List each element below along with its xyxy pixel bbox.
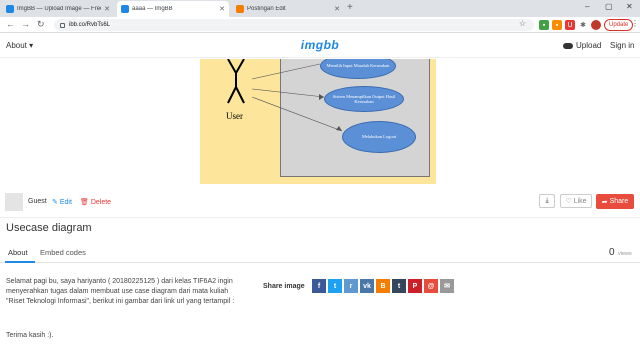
- facebook-icon[interactable]: f: [312, 279, 326, 293]
- browser-menu-icon[interactable]: ⋮: [631, 19, 639, 28]
- use-case-logout: Melakukan Logout: [342, 121, 416, 153]
- maximize-icon[interactable]: ▢: [605, 2, 613, 11]
- site-header: About ▾ imgbb Upload Sign in: [0, 34, 640, 58]
- image-description: Selamat pagi bu, saya hariyanto ( 201802…: [6, 278, 235, 305]
- reload-icon[interactable]: ↻: [37, 19, 45, 30]
- extension-icon[interactable]: ▪: [552, 20, 562, 30]
- edit-button[interactable]: ✎ Edit: [52, 198, 72, 206]
- description-closing: Terima kasih :).: [6, 332, 54, 339]
- share-button[interactable]: ➦ Share: [596, 194, 634, 209]
- browser-tab-aaaa[interactable]: aaaa — ImgBB ✕: [117, 1, 229, 17]
- cloud-upload-icon: [563, 42, 573, 49]
- actor-and-associations: [227, 59, 343, 132]
- browser-tab-imgbb-upload[interactable]: ImgBB — Upload Image — Free Image... ✕: [2, 1, 114, 17]
- url-text: ibb.co/RvbTs6L: [69, 22, 111, 28]
- new-tab-button[interactable]: +: [347, 2, 353, 13]
- author-name[interactable]: Guest: [28, 198, 47, 205]
- active-tab-indicator: [5, 261, 35, 263]
- tab-embed-codes[interactable]: Embed codes: [40, 248, 86, 257]
- email-icon[interactable]: ✉: [440, 279, 454, 293]
- signin-link[interactable]: Sign in: [610, 41, 634, 50]
- extension-icon[interactable]: U: [565, 20, 575, 30]
- imgbb-favicon-icon: [121, 5, 129, 13]
- tab-about[interactable]: About: [8, 248, 28, 257]
- share-image-label: Share image: [263, 283, 305, 290]
- update-button[interactable]: Update: [604, 19, 634, 31]
- image-viewer: User Memilih Input Masalah Kerusakan Sis…: [0, 59, 640, 186]
- share-icon: ➦: [601, 198, 608, 206]
- upload-button[interactable]: Upload: [563, 41, 601, 50]
- page-title: Usecase diagram: [6, 222, 92, 234]
- close-window-icon[interactable]: ✕: [626, 2, 633, 11]
- browser-toolbar: ← → ↻ ibb.co/RvbTs6L ☆ ▪ ▪ U ✱ Update ⋮: [0, 17, 640, 33]
- download-button[interactable]: ⤓: [539, 194, 555, 208]
- trash-icon: 🗑: [80, 199, 89, 206]
- profile-avatar[interactable]: [591, 20, 601, 30]
- use-case-sistem-menampilkan: Sistem Menampilkan Output Hasil Kerusaka…: [324, 86, 404, 112]
- actor-label: User: [226, 111, 243, 121]
- pinterest-icon[interactable]: P: [408, 279, 422, 293]
- download-icon: ⤓: [545, 197, 549, 204]
- tumblr-icon[interactable]: t: [392, 279, 406, 293]
- pencil-icon: ✎: [52, 199, 58, 206]
- linkedin-icon[interactable]: @: [424, 279, 438, 293]
- extensions-puzzle-icon[interactable]: ✱: [578, 20, 588, 30]
- browser-tab-postingan-edit[interactable]: Postingan Edit ✕: [232, 1, 344, 17]
- delete-button[interactable]: 🗑 Delete: [80, 198, 111, 206]
- content-tabs: About Embed codes 0 views: [0, 244, 640, 263]
- imgbb-logo[interactable]: imgbb: [0, 38, 640, 52]
- views-count: 0: [609, 247, 615, 258]
- views-label: views: [618, 251, 632, 257]
- uploaded-image[interactable]: User Memilih Input Masalah Kerusakan Sis…: [200, 59, 436, 184]
- author-bar: Guest ✎ Edit 🗑 Delete ⤓ ♡ Like ➦ Share: [0, 186, 640, 218]
- avatar[interactable]: [5, 193, 23, 211]
- forward-icon[interactable]: →: [21, 19, 30, 29]
- blogger-favicon-icon: [236, 5, 244, 13]
- imgbb-favicon-icon: [6, 5, 14, 13]
- close-tab-icon[interactable]: ✕: [334, 5, 340, 13]
- like-button[interactable]: ♡ Like: [560, 194, 592, 208]
- blogger-icon[interactable]: B: [376, 279, 390, 293]
- browser-tab-strip: ImgBB — Upload Image — Free Image... ✕ a…: [0, 0, 640, 17]
- twitter-icon[interactable]: t: [328, 279, 342, 293]
- close-tab-icon[interactable]: ✕: [219, 5, 225, 13]
- vk-icon[interactable]: vk: [360, 279, 374, 293]
- extension-icon[interactable]: ▪: [539, 20, 549, 30]
- share-icons: f t r vk Bt P @ ✉: [312, 279, 454, 293]
- close-tab-icon[interactable]: ✕: [104, 5, 110, 13]
- back-icon[interactable]: ←: [6, 19, 15, 29]
- heart-icon: ♡: [565, 198, 572, 205]
- reddit-icon[interactable]: r: [344, 279, 358, 293]
- bookmark-star-icon[interactable]: ☆: [519, 19, 526, 28]
- address-bar[interactable]: ibb.co/RvbTs6L ☆: [54, 19, 534, 31]
- minimize-icon[interactable]: –: [585, 2, 589, 11]
- lock-icon: [60, 22, 65, 28]
